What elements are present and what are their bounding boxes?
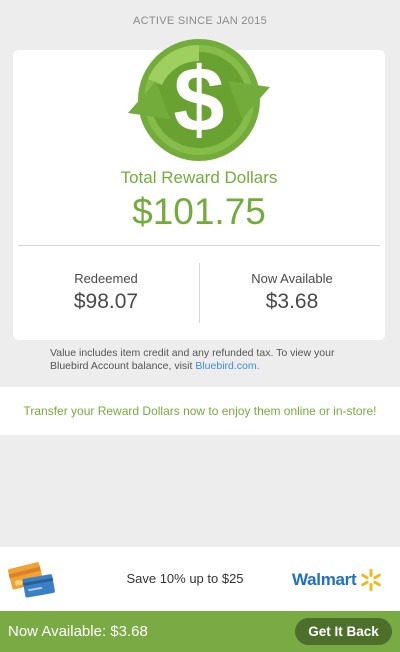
balance-note: Value includes item credit and any refun… <box>50 347 370 373</box>
walmart-ad-banner[interactable]: Save 10% up to $25 Walmart <box>0 547 400 611</box>
cards-icon <box>8 562 55 598</box>
active-since-label: ACTIVE SINCE JAN 2015 <box>132 15 268 27</box>
redeemed-label: Redeemed <box>74 271 138 286</box>
walmart-logo: Walmart <box>292 567 383 593</box>
get-it-back-button[interactable]: Get It Back <box>295 618 392 645</box>
dollar-cycle-icon: $ <box>128 39 270 161</box>
walmart-spark-icon <box>361 569 382 591</box>
walmart-wordmark: Walmart <box>292 570 357 589</box>
divider <box>18 245 380 246</box>
rewards-card: $ Total Reward Dollars $101.75 Redeemed … <box>13 39 385 340</box>
ad-offer-text[interactable]: Save 10% up to $25 <box>90 571 280 586</box>
svg-text:$: $ <box>173 49 224 151</box>
redeemed-value: $98.07 <box>73 290 139 313</box>
transfer-text[interactable]: Transfer your Reward Dollars now to enjo… <box>0 404 400 418</box>
total-reward-value: $101.75 <box>132 191 266 232</box>
total-reward-label: Total Reward Dollars <box>120 168 278 187</box>
now-available-label: Now Available <box>251 271 333 286</box>
bottom-bar: Now Available: $3.68 Get It Back <box>0 611 400 652</box>
bluebird-link[interactable]: Bluebird.com. <box>195 360 259 372</box>
transfer-banner[interactable]: Transfer your Reward Dollars now to enjo… <box>0 387 400 435</box>
now-available-value: $3.68 <box>265 290 319 313</box>
balance-note-text: Value includes item credit and any refun… <box>50 347 335 372</box>
now-available-summary: Now Available: $3.68 <box>8 623 148 640</box>
